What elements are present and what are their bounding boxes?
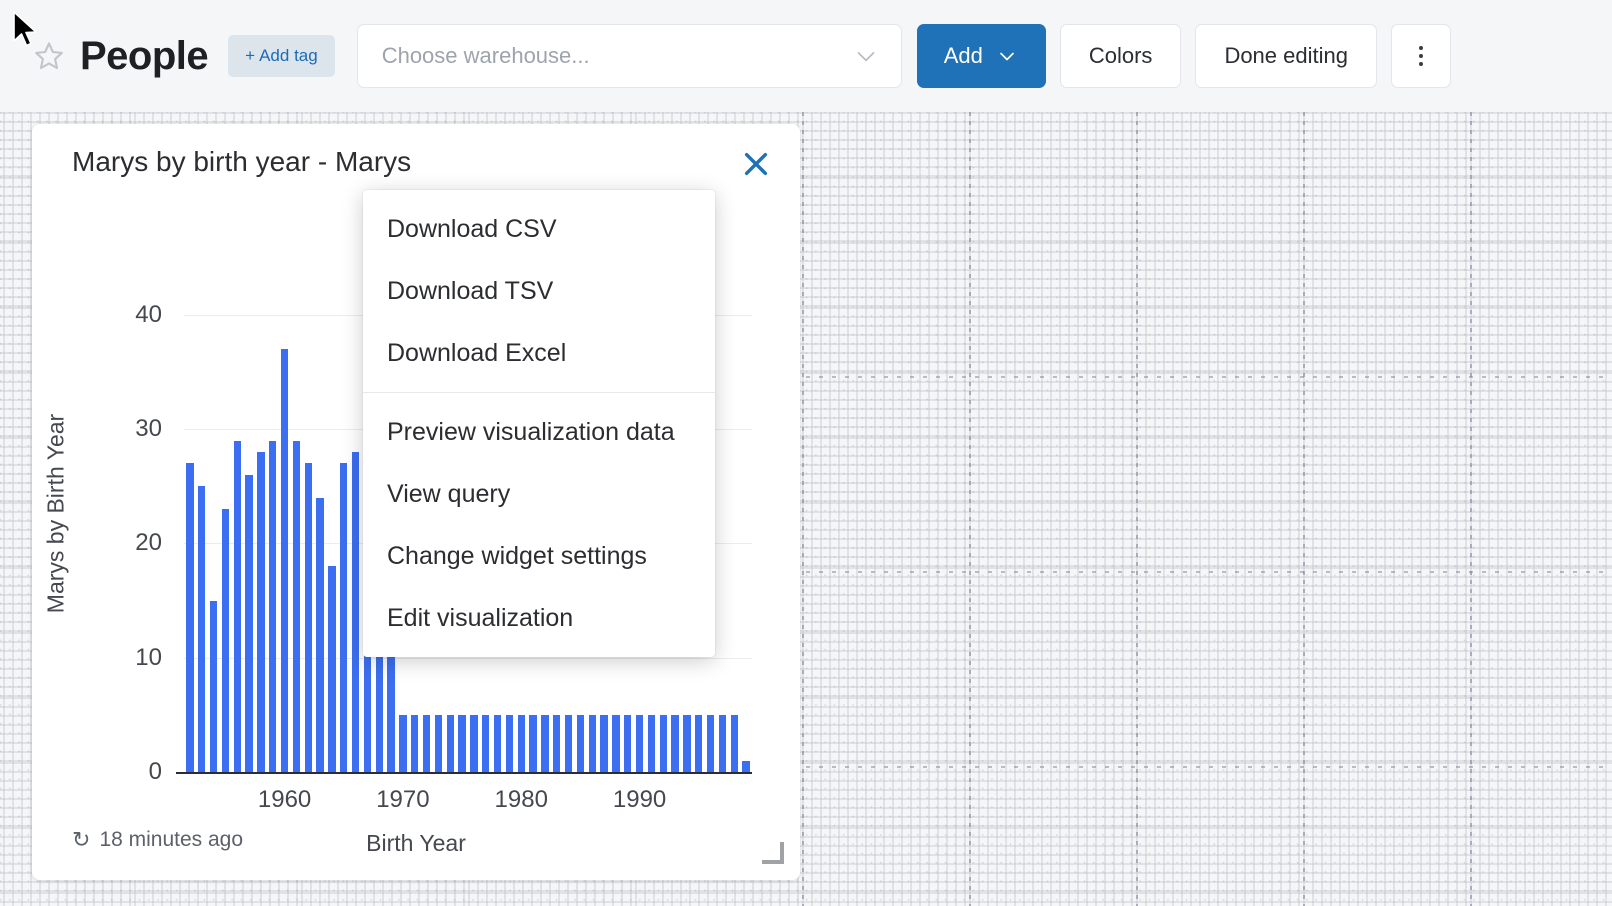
chart-bar[interactable] xyxy=(399,715,406,772)
grid-vertical-line xyxy=(969,112,971,906)
chart-bar[interactable] xyxy=(506,715,513,772)
chart-bar[interactable] xyxy=(577,715,584,772)
chart-y-axis-label: Marys by Birth Year xyxy=(43,314,70,714)
chart-x-axis-line xyxy=(176,772,752,774)
done-editing-button-label: Done editing xyxy=(1224,43,1348,69)
chart-bar[interactable] xyxy=(293,441,300,772)
chart-bar[interactable] xyxy=(553,715,560,772)
grid-horizontal-line xyxy=(780,376,1612,378)
chart-y-tick-label: 20 xyxy=(135,529,162,557)
chart-y-tick-label: 10 xyxy=(135,644,162,672)
chart-bar[interactable] xyxy=(541,715,548,772)
chart-bar[interactable] xyxy=(234,441,241,772)
chart-bar[interactable] xyxy=(648,715,655,772)
chart-y-tick-label: 0 xyxy=(149,758,162,786)
page-header: People +Add tag Choose warehouse... Add … xyxy=(0,0,1612,112)
menu-item-preview-visualization-data[interactable]: Preview visualization data xyxy=(363,401,715,463)
chevron-down-icon xyxy=(995,44,1019,68)
chart-bar[interactable] xyxy=(589,715,596,772)
chart-x-tick-label: 1990 xyxy=(613,786,666,814)
chart-bar[interactable] xyxy=(565,715,572,772)
menu-separator xyxy=(363,392,715,393)
chevron-down-icon xyxy=(851,41,881,71)
chart-bar[interactable] xyxy=(447,715,454,772)
page-title: People xyxy=(80,34,208,79)
chart-bar[interactable] xyxy=(257,452,264,772)
chart-bar[interactable] xyxy=(210,601,217,772)
colors-button-label: Colors xyxy=(1089,43,1153,69)
menu-item-view-query[interactable]: View query xyxy=(363,463,715,525)
menu-item-edit-visualization[interactable]: Edit visualization xyxy=(363,587,715,649)
chart-bar[interactable] xyxy=(707,715,714,772)
chart-bar[interactable] xyxy=(269,441,276,772)
chart-bar[interactable] xyxy=(435,715,442,772)
grid-vertical-line xyxy=(1470,112,1472,906)
warehouse-select-placeholder: Choose warehouse... xyxy=(382,43,590,69)
widget-context-menu[interactable]: Download CSVDownload TSVDownload Excel Pr… xyxy=(363,190,715,657)
chart-bar[interactable] xyxy=(529,715,536,772)
chart-bar[interactable] xyxy=(470,715,477,772)
menu-item-change-widget-settings[interactable]: Change widget settings xyxy=(363,525,715,587)
chart-bar[interactable] xyxy=(222,509,229,772)
chart-bar[interactable] xyxy=(352,452,359,772)
chart-bar[interactable] xyxy=(683,715,690,772)
widget-resize-handle[interactable] xyxy=(762,842,784,864)
chart-bar[interactable] xyxy=(411,715,418,772)
chart-bar[interactable] xyxy=(423,715,430,772)
grid-vertical-line xyxy=(1136,112,1138,906)
chart-bar[interactable] xyxy=(731,715,738,772)
chart-bar[interactable] xyxy=(612,715,619,772)
chart-bar[interactable] xyxy=(494,715,501,772)
grid-vertical-line xyxy=(1303,112,1305,906)
chart-bar[interactable] xyxy=(518,715,525,772)
chart-bar[interactable] xyxy=(660,715,667,772)
chart-bar[interactable] xyxy=(624,715,631,772)
widget-updated-text: 18 minutes ago xyxy=(99,828,243,852)
close-x-icon xyxy=(740,148,772,180)
chart-y-tick-label: 40 xyxy=(135,301,162,329)
chart-x-tick-label: 1980 xyxy=(495,786,548,814)
chart-bar[interactable] xyxy=(742,761,749,772)
kebab-menu-icon xyxy=(1419,46,1423,66)
chart-bar[interactable] xyxy=(198,486,205,772)
chart-y-tick-label: 30 xyxy=(135,415,162,443)
warehouse-select[interactable]: Choose warehouse... xyxy=(357,24,902,88)
chart-bar[interactable] xyxy=(600,715,607,772)
menu-item-download-tsv[interactable]: Download TSV xyxy=(363,260,715,322)
grid-vertical-line xyxy=(802,112,804,906)
menu-item-download-csv[interactable]: Download CSV xyxy=(363,198,715,260)
add-tag-button[interactable]: +Add tag xyxy=(228,35,335,77)
add-tag-label: Add tag xyxy=(259,46,318,65)
chart-bar[interactable] xyxy=(316,498,323,772)
plus-icon: + xyxy=(245,46,255,65)
widget-footer: ↻ 18 minutes ago xyxy=(72,828,243,852)
chart-bar[interactable] xyxy=(695,715,702,772)
widget-title: Marys by birth year - Marys xyxy=(72,146,411,178)
add-button-label: Add xyxy=(944,43,983,69)
chart-x-tick-label: 1970 xyxy=(376,786,429,814)
grid-horizontal-line xyxy=(780,571,1612,573)
dashboard-page: People +Add tag Choose warehouse... Add … xyxy=(0,0,1612,906)
grid-horizontal-line xyxy=(780,766,1612,768)
chart-bar[interactable] xyxy=(340,463,347,772)
chart-bar[interactable] xyxy=(458,715,465,772)
more-options-button[interactable] xyxy=(1391,24,1451,88)
refresh-icon: ↻ xyxy=(72,829,90,851)
chart-bar[interactable] xyxy=(719,715,726,772)
chart-bar[interactable] xyxy=(186,463,193,772)
chart-bar[interactable] xyxy=(281,349,288,772)
chart-bar[interactable] xyxy=(245,475,252,772)
widget-close-button[interactable] xyxy=(734,142,778,186)
chart-bar[interactable] xyxy=(305,463,312,772)
chart-bar[interactable] xyxy=(671,715,678,772)
chart-x-tick-label: 1960 xyxy=(258,786,311,814)
chart-bar[interactable] xyxy=(482,715,489,772)
done-editing-button[interactable]: Done editing xyxy=(1195,24,1377,88)
colors-button[interactable]: Colors xyxy=(1060,24,1182,88)
chart-bar[interactable] xyxy=(328,566,335,772)
add-button[interactable]: Add xyxy=(917,24,1046,88)
mouse-cursor xyxy=(12,10,42,54)
menu-item-download-excel[interactable]: Download Excel xyxy=(363,322,715,384)
chart-bar[interactable] xyxy=(636,715,643,772)
